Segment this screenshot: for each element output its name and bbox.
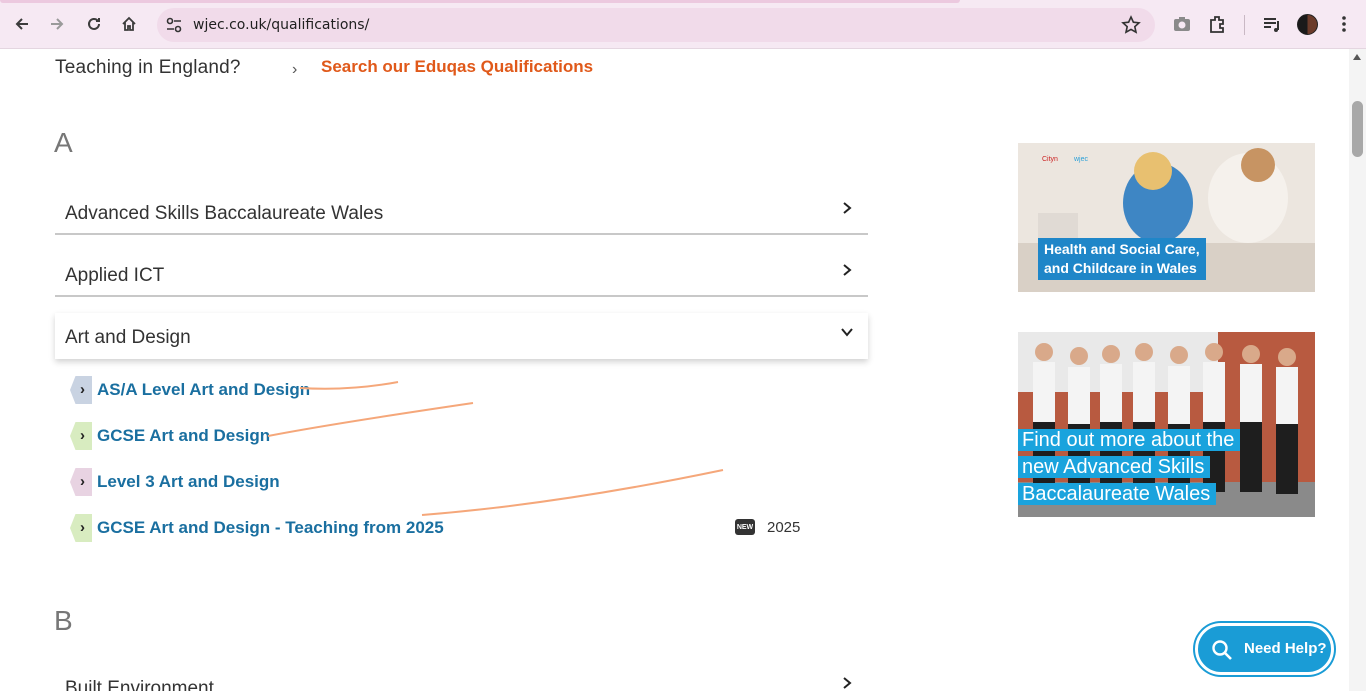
- star-icon[interactable]: [1121, 15, 1141, 35]
- svg-text:Cityn: Cityn: [1042, 156, 1058, 163]
- promo-advanced-skills-bacc[interactable]: Find out more about the new Advanced Ski…: [1018, 332, 1315, 517]
- extensions-icon[interactable]: [1207, 13, 1229, 35]
- scrollbar[interactable]: [1349, 49, 1366, 691]
- tab-strip-edge: [0, 0, 960, 3]
- reload-icon[interactable]: [82, 12, 106, 36]
- need-help-label: Need Help?: [1244, 640, 1327, 657]
- media-icon[interactable]: [1261, 13, 1283, 35]
- profile-avatar[interactable]: [1297, 14, 1318, 35]
- promo1-caption: Health and Social Care, and Childcare in…: [1038, 238, 1206, 280]
- chevron-right-icon: [843, 677, 852, 689]
- url-text[interactable]: wjec.co.uk/qualifications/: [193, 17, 369, 33]
- accordion-item-built-environment[interactable]: Built Environment: [55, 664, 868, 691]
- address-bar[interactable]: wjec.co.uk/qualifications/: [157, 8, 1155, 42]
- camera-icon[interactable]: [1171, 13, 1193, 35]
- page-content: Teaching in England? › Search our Eduqas…: [0, 49, 1349, 691]
- forward-icon[interactable]: [45, 12, 69, 36]
- home-icon[interactable]: [117, 12, 141, 36]
- back-icon[interactable]: [10, 12, 34, 36]
- need-help-button[interactable]: Need Help?: [1195, 623, 1334, 675]
- scroll-up-icon[interactable]: [1353, 54, 1361, 60]
- section-letter-b: B: [54, 605, 73, 636]
- accordion-label: Built Environment: [65, 678, 214, 691]
- browser-toolbar: wjec.co.uk/qualifications/: [0, 0, 1366, 49]
- promo2-caption: Find out more about the new Advanced Ski…: [1018, 427, 1241, 508]
- site-settings-icon[interactable]: [165, 16, 183, 34]
- svg-text:wjec: wjec: [1073, 156, 1089, 163]
- search-icon: [1212, 640, 1232, 660]
- toolbar-divider: [1244, 15, 1245, 35]
- scrollbar-thumb[interactable]: [1352, 101, 1363, 157]
- menu-icon[interactable]: [1333, 13, 1355, 35]
- annotation-strokes: [267, 381, 724, 516]
- promo-health-social-care[interactable]: Cityn wjec Health and Social Care, and C…: [1018, 143, 1315, 292]
